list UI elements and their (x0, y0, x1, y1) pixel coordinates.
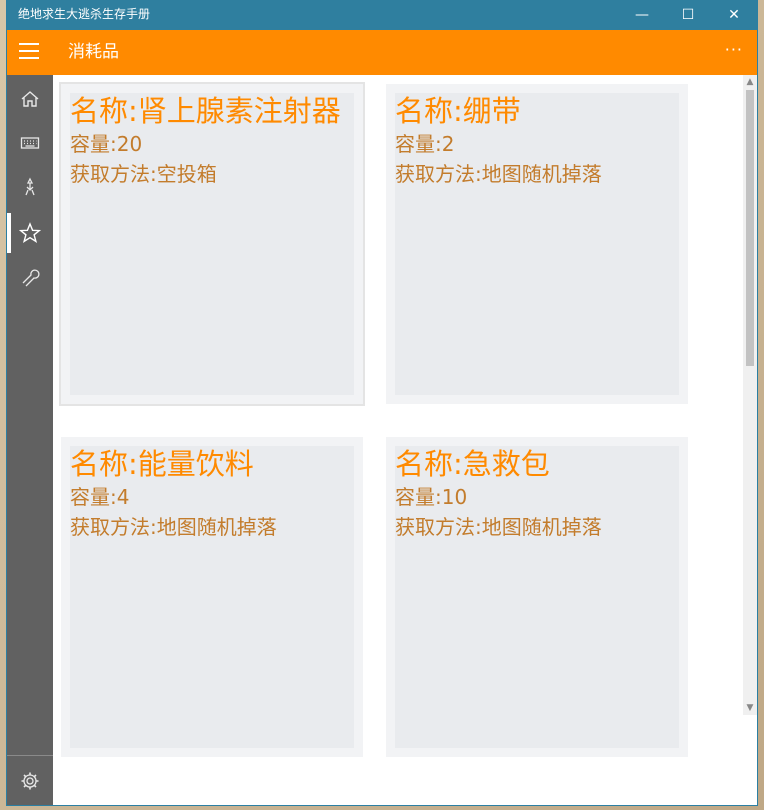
item-name: 名称:急救包 (395, 447, 550, 481)
item-card[interactable]: 名称:绷带 容量:2 获取方法:地图随机掉落 (386, 84, 688, 404)
item-capacity: 容量:10 (395, 485, 468, 509)
app-window: 绝地求生大逃杀生存手册 — ☐ ✕ 消耗品 ··· 名称:肾上腺素注射器 容量:… (7, 0, 757, 805)
item-name: 名称:能量饮料 (70, 447, 254, 481)
title-bar: 绝地求生大逃杀生存手册 — ☐ ✕ (7, 0, 757, 30)
item-capacity: 容量:2 (395, 132, 455, 156)
gear-icon (21, 772, 39, 790)
star-icon (19, 222, 41, 243)
window-title: 绝地求生大逃杀生存手册 (18, 7, 151, 21)
nav-item-settings[interactable] (7, 759, 53, 803)
home-icon (21, 91, 39, 107)
wrench-icon (22, 269, 40, 287)
navigation-sidebar (7, 75, 53, 805)
item-card-body: 名称:绷带 容量:2 获取方法:地图随机掉落 (395, 93, 679, 395)
close-button[interactable]: ✕ (711, 0, 757, 30)
item-card-body: 名称:肾上腺素注射器 容量:20 获取方法:空投箱 (70, 93, 354, 395)
items-grid: 名称:肾上腺素注射器 容量:20 获取方法:空投箱 名称:绷带 容量:2 获取方… (53, 75, 743, 805)
item-card-body: 名称:急救包 容量:10 获取方法:地图随机掉落 (395, 446, 679, 748)
nav-item-consumables[interactable] (7, 211, 53, 255)
scroll-down-arrow-icon[interactable]: ▼ (743, 701, 757, 715)
item-capacity: 容量:4 (70, 485, 130, 509)
item-source: 获取方法:地图随机掉落 (395, 515, 602, 539)
nav-item-weapons[interactable] (7, 165, 53, 209)
sidebar-divider (7, 755, 53, 756)
item-name: 名称:肾上腺素注射器 (70, 94, 341, 128)
item-source: 获取方法:地图随机掉落 (395, 162, 602, 186)
weapon-icon (25, 177, 35, 196)
item-source: 获取方法:空投箱 (70, 162, 217, 186)
scroll-up-arrow-icon[interactable]: ▲ (743, 75, 757, 89)
item-capacity: 容量:20 (70, 132, 143, 156)
more-options-button[interactable]: ··· (725, 40, 743, 59)
item-name: 名称:绷带 (395, 94, 521, 128)
item-card[interactable]: 名称:肾上腺素注射器 容量:20 获取方法:空投箱 (59, 82, 365, 406)
item-card[interactable]: 名称:急救包 容量:10 获取方法:地图随机掉落 (386, 437, 688, 757)
nav-item-tools[interactable] (7, 256, 53, 300)
item-card-body: 名称:能量饮料 容量:4 获取方法:地图随机掉落 (70, 446, 354, 748)
item-source: 获取方法:地图随机掉落 (70, 515, 277, 539)
page-title: 消耗品 (68, 42, 119, 62)
item-card[interactable]: 名称:能量饮料 容量:4 获取方法:地图随机掉落 (61, 437, 363, 757)
nav-item-home[interactable] (7, 77, 53, 121)
app-bar: 消耗品 ··· (7, 30, 757, 75)
scrollbar-thumb[interactable] (746, 90, 754, 366)
nav-item-keyboard[interactable] (7, 121, 53, 165)
hamburger-menu-icon[interactable] (19, 43, 39, 61)
keyboard-icon (20, 137, 40, 149)
minimize-button[interactable]: — (619, 0, 665, 30)
vertical-scrollbar[interactable]: ▲ ▼ (743, 75, 757, 715)
maximize-button[interactable]: ☐ (665, 0, 711, 30)
